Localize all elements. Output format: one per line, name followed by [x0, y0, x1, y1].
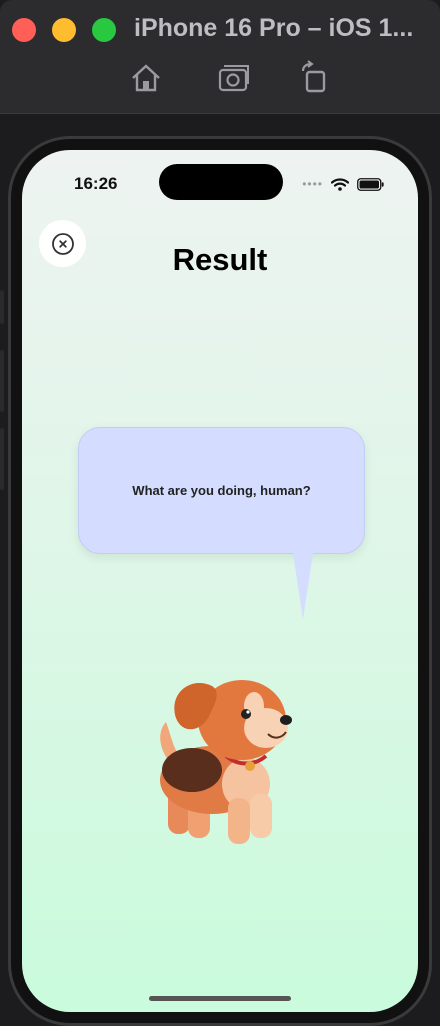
speech-bubble: What are you doing, human?	[78, 427, 365, 554]
volume-up-button	[0, 350, 4, 412]
minimize-window-button[interactable]	[52, 18, 76, 42]
battery-icon	[357, 177, 384, 191]
page-title: Result	[172, 242, 268, 277]
wifi-icon	[331, 177, 349, 191]
window-title: iPhone 16 Pro – iOS 1...	[134, 14, 414, 42]
rotate-icon[interactable]	[296, 60, 332, 96]
dynamic-island	[159, 164, 283, 200]
simulator-titlebar: iPhone 16 Pro – iOS 1...	[0, 0, 440, 114]
home-indicator[interactable]	[149, 996, 291, 1001]
cellular-signal-icon: ••••	[302, 177, 323, 191]
speech-bubble-tail	[293, 553, 313, 619]
speech-bubble-text: What are you doing, human?	[132, 483, 311, 498]
zoom-window-button[interactable]	[92, 18, 116, 42]
status-icons: ••••	[302, 177, 384, 191]
status-time: 16:26	[74, 174, 118, 193]
close-window-button[interactable]	[12, 18, 36, 42]
dog-illustration	[160, 680, 292, 844]
screenshot-icon[interactable]	[216, 60, 252, 96]
volume-down-button	[0, 428, 4, 490]
home-icon[interactable]	[128, 60, 164, 96]
app-screen: 16:26 •••• Result What are you doing, hu…	[22, 150, 418, 1012]
action-button	[0, 290, 4, 324]
